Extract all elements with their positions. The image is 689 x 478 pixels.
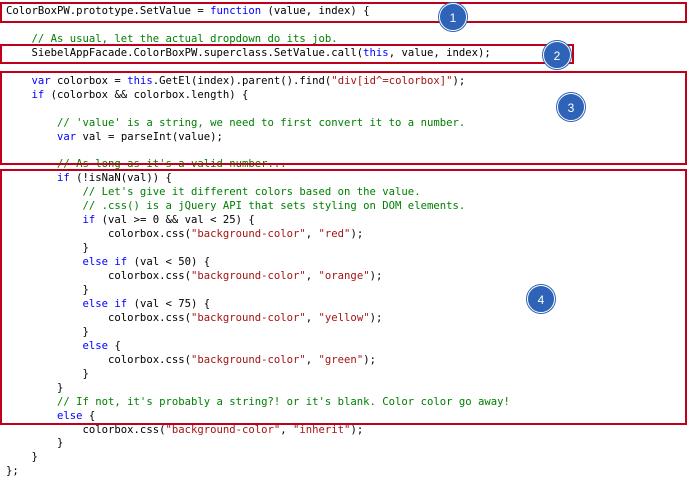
code-token-string: "background-color" [165, 423, 281, 436]
code-token-plain: }; [6, 465, 19, 478]
code-token-plain: } [6, 451, 38, 464]
code-token-plain: } [6, 437, 64, 450]
highlight-box-1 [0, 2, 687, 23]
annotation-badge-1: 1 [439, 3, 467, 31]
code-token-plain: , [280, 423, 294, 436]
highlight-box-4 [0, 169, 687, 425]
annotation-badge-4: 4 [527, 285, 555, 313]
code-token-plain: colorbox.css( [6, 423, 166, 436]
highlight-box-2 [0, 44, 574, 64]
highlight-box-3 [0, 71, 687, 165]
code-line: } [6, 450, 38, 464]
code-token-plain: ); [350, 423, 364, 436]
annotation-badge-3: 3 [557, 93, 585, 121]
code-line: }; [6, 464, 19, 478]
annotation-badge-2: 2 [543, 41, 571, 69]
code-line: } [6, 436, 63, 450]
code-token-string: "inherit" [293, 423, 351, 436]
